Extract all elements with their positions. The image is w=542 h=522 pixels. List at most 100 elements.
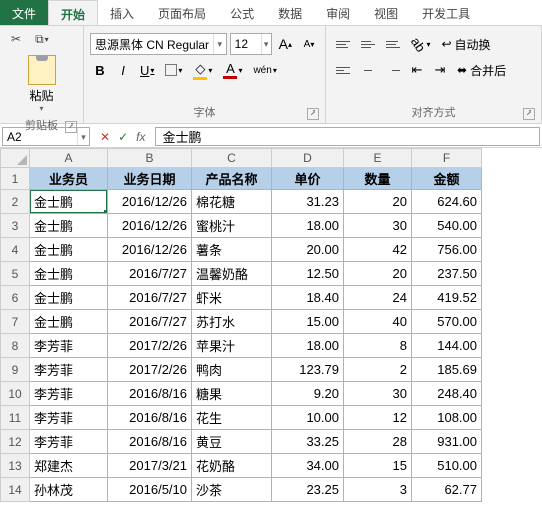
table-cell[interactable]: 20 <box>344 262 412 286</box>
tab-formulas[interactable]: 公式 <box>218 0 266 25</box>
table-cell[interactable]: 28 <box>344 430 412 454</box>
table-cell[interactable]: 金士鹏 <box>30 214 108 238</box>
table-cell[interactable]: 花奶酪 <box>192 454 272 478</box>
table-cell[interactable]: 3 <box>344 478 412 502</box>
table-cell[interactable]: 温馨奶酪 <box>192 262 272 286</box>
table-cell[interactable]: 108.00 <box>412 406 482 430</box>
table-cell[interactable]: 62.77 <box>412 478 482 502</box>
row-header[interactable]: 1 <box>0 168 30 190</box>
table-cell[interactable]: 2017/2/26 <box>108 358 192 382</box>
formula-bar[interactable]: 金士鹏 <box>155 127 540 146</box>
insert-function-button[interactable]: fx <box>136 130 145 144</box>
table-cell[interactable]: 10.00 <box>272 406 344 430</box>
select-all-button[interactable] <box>0 148 30 168</box>
tab-developer[interactable]: 开发工具 <box>410 0 482 25</box>
font-size-combo[interactable]: ▾ <box>230 33 272 55</box>
table-header-cell[interactable]: 产品名称 <box>192 168 272 190</box>
table-cell[interactable]: 棉花糖 <box>192 190 272 214</box>
table-cell[interactable]: 李芳菲 <box>30 382 108 406</box>
table-cell[interactable]: 2017/3/21 <box>108 454 192 478</box>
table-header-cell[interactable]: 单价 <box>272 168 344 190</box>
table-cell[interactable]: 薯条 <box>192 238 272 262</box>
row-header[interactable]: 12 <box>0 430 30 454</box>
align-center-button[interactable] <box>357 59 379 81</box>
table-cell[interactable]: 苏打水 <box>192 310 272 334</box>
table-cell[interactable]: 34.00 <box>272 454 344 478</box>
increase-font-button[interactable]: A▴ <box>275 33 296 55</box>
align-left-button[interactable] <box>332 59 354 81</box>
row-header[interactable]: 11 <box>0 406 30 430</box>
tab-data[interactable]: 数据 <box>266 0 314 25</box>
table-cell[interactable]: 185.69 <box>412 358 482 382</box>
increase-indent-button[interactable]: ⇥ <box>430 59 450 81</box>
table-cell[interactable]: 沙茶 <box>192 478 272 502</box>
clipboard-launcher[interactable]: ⭷ <box>65 121 77 133</box>
table-cell[interactable]: 2016/7/27 <box>108 310 192 334</box>
table-cell[interactable]: 30 <box>344 382 412 406</box>
row-header[interactable]: 6 <box>0 286 30 310</box>
table-cell[interactable]: 2 <box>344 358 412 382</box>
table-header-cell[interactable]: 金额 <box>412 168 482 190</box>
column-header[interactable]: F <box>412 148 482 168</box>
table-cell[interactable]: 20 <box>344 190 412 214</box>
chevron-down-icon[interactable]: ▾ <box>213 34 226 54</box>
table-cell[interactable]: 15 <box>344 454 412 478</box>
copy-button[interactable]: ⧉▾ <box>30 29 54 49</box>
tab-view[interactable]: 视图 <box>362 0 410 25</box>
bold-button[interactable]: B <box>90 59 110 81</box>
table-cell[interactable]: 郑建杰 <box>30 454 108 478</box>
border-button[interactable]: ▾ <box>161 59 186 81</box>
tab-file[interactable]: 文件 <box>0 0 48 25</box>
table-cell[interactable]: 李芳菲 <box>30 406 108 430</box>
table-cell[interactable]: 金士鹏 <box>30 190 108 214</box>
column-header[interactable]: C <box>192 148 272 168</box>
table-cell[interactable]: 510.00 <box>412 454 482 478</box>
enter-formula-button[interactable]: ✓ <box>118 130 128 144</box>
table-cell[interactable]: 金士鹏 <box>30 286 108 310</box>
table-cell[interactable]: 248.40 <box>412 382 482 406</box>
paste-button[interactable]: 粘贴 ▾ <box>6 53 77 115</box>
align-top-button[interactable] <box>332 33 354 55</box>
table-cell[interactable]: 570.00 <box>412 310 482 334</box>
row-header[interactable]: 8 <box>0 334 30 358</box>
table-cell[interactable]: 2016/12/26 <box>108 238 192 262</box>
table-header-cell[interactable]: 数量 <box>344 168 412 190</box>
table-cell[interactable]: 2016/8/16 <box>108 406 192 430</box>
row-header[interactable]: 13 <box>0 454 30 478</box>
wrap-text-button[interactable]: ↩自动换 <box>437 34 494 55</box>
row-header[interactable]: 2 <box>0 190 30 214</box>
underline-button[interactable]: U▾ <box>136 59 158 81</box>
table-cell[interactable]: 144.00 <box>412 334 482 358</box>
table-cell[interactable]: 931.00 <box>412 430 482 454</box>
align-middle-button[interactable] <box>357 33 379 55</box>
table-cell[interactable]: 23.25 <box>272 478 344 502</box>
table-cell[interactable]: 123.79 <box>272 358 344 382</box>
font-name-combo[interactable]: ▾ <box>90 33 227 55</box>
table-cell[interactable]: 18.00 <box>272 214 344 238</box>
table-cell[interactable]: 2017/2/26 <box>108 334 192 358</box>
table-cell[interactable]: 419.52 <box>412 286 482 310</box>
table-cell[interactable]: 15.00 <box>272 310 344 334</box>
table-cell[interactable]: 李芳菲 <box>30 334 108 358</box>
table-cell[interactable]: 9.20 <box>272 382 344 406</box>
table-cell[interactable]: 苹果汁 <box>192 334 272 358</box>
row-header[interactable]: 3 <box>0 214 30 238</box>
row-header[interactable]: 4 <box>0 238 30 262</box>
table-cell[interactable]: 756.00 <box>412 238 482 262</box>
table-cell[interactable]: 黄豆 <box>192 430 272 454</box>
row-header[interactable]: 10 <box>0 382 30 406</box>
font-launcher[interactable]: ⭷ <box>307 108 319 120</box>
table-cell[interactable]: 20.00 <box>272 238 344 262</box>
table-cell[interactable]: 糖果 <box>192 382 272 406</box>
align-bottom-button[interactable] <box>382 33 404 55</box>
align-right-button[interactable] <box>382 59 404 81</box>
chevron-down-icon[interactable]: ▾ <box>77 128 89 145</box>
cancel-formula-button[interactable]: ✕ <box>100 130 110 144</box>
table-cell[interactable]: 2016/12/26 <box>108 190 192 214</box>
column-header[interactable]: A <box>30 148 108 168</box>
table-cell[interactable]: 虾米 <box>192 286 272 310</box>
table-cell[interactable]: 540.00 <box>412 214 482 238</box>
row-header[interactable]: 14 <box>0 478 30 502</box>
phonetic-button[interactable]: wén▾ <box>249 59 280 81</box>
table-cell[interactable]: 孙林茂 <box>30 478 108 502</box>
